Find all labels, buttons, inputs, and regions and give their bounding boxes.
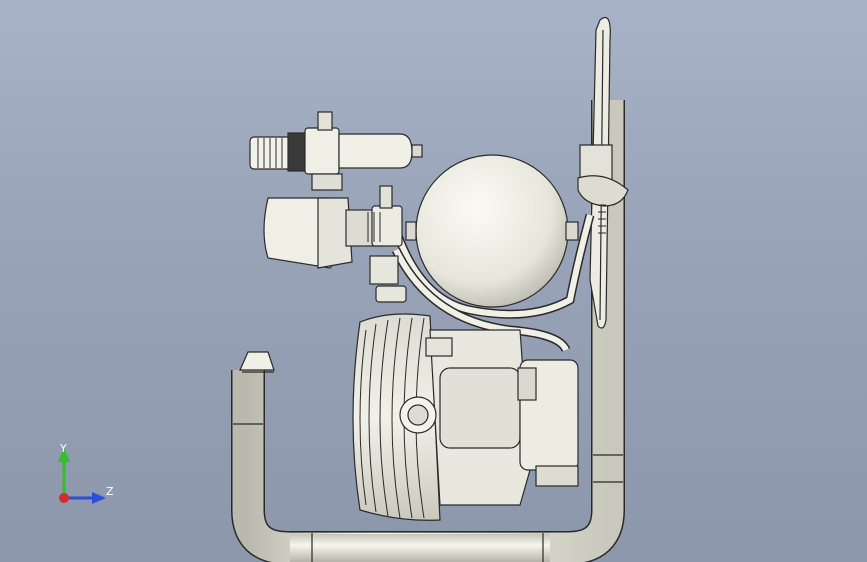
pressure-switch <box>263 185 407 303</box>
motor-pump <box>352 313 579 521</box>
cad-3d-viewport[interactable]: Y Z <box>0 0 867 562</box>
filter-regulator <box>249 111 423 191</box>
z-axis-arrow <box>92 492 106 504</box>
z-axis-label: Z <box>106 485 114 498</box>
y-axis-label: Y <box>59 442 67 455</box>
x-axis-origin <box>59 493 69 503</box>
orientation-triad: Y Z <box>58 442 114 504</box>
compressor-assembly-model[interactable] <box>0 0 867 562</box>
